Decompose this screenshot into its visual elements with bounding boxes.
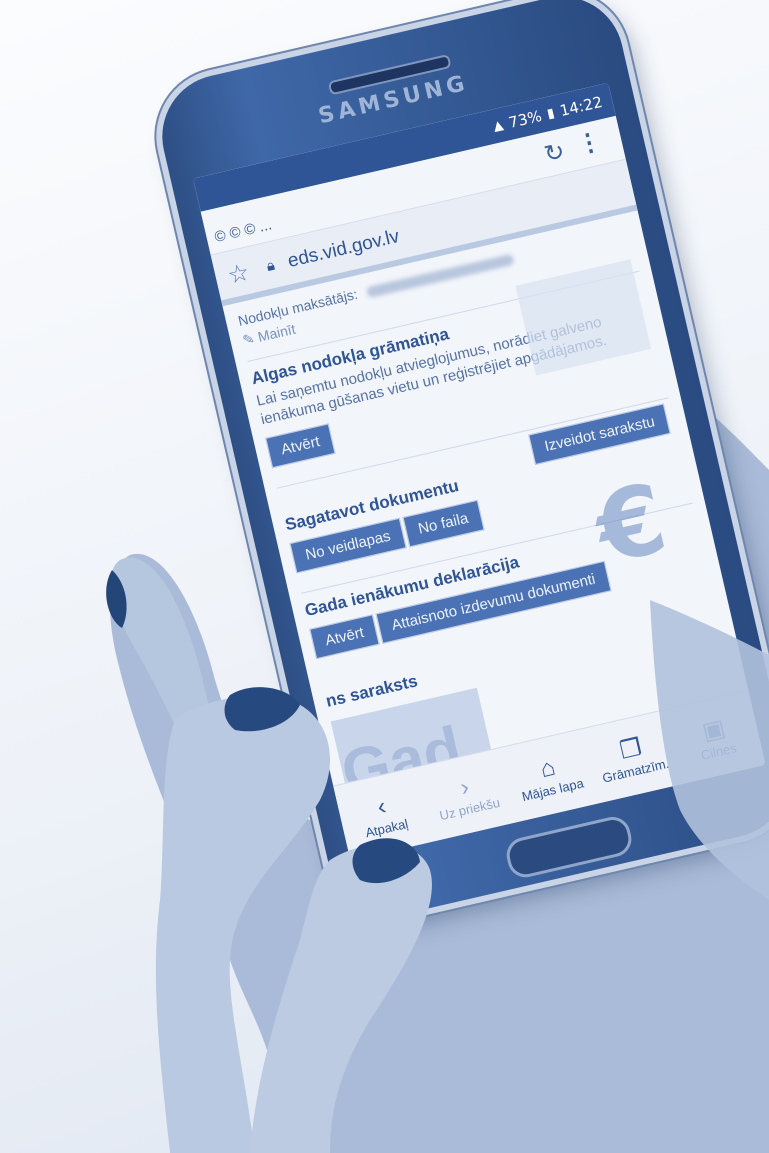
lock-icon: 🔒︎: [264, 256, 277, 276]
edit-icon: ✎: [240, 330, 256, 349]
nav-back[interactable]: ‹ Atpakaļ: [340, 784, 428, 844]
from-file-button[interactable]: No faila: [402, 499, 485, 547]
nav-tabs[interactable]: ▣ Cilnes: [672, 707, 760, 767]
clock: 14:22: [558, 92, 605, 121]
menu-icon[interactable]: ⋮: [574, 126, 604, 160]
battery-icon: ▮: [545, 105, 556, 122]
change-link-label: Mainīt: [256, 320, 297, 345]
open-button[interactable]: Atvērt: [265, 422, 336, 468]
signal-icon: ▲: [491, 117, 505, 135]
open-declaration-button[interactable]: Atvērt: [309, 613, 380, 659]
url-text[interactable]: eds.vid.gov.lv: [286, 226, 402, 273]
battery-percent: 73%: [506, 106, 544, 132]
reload-icon[interactable]: ↻: [541, 137, 568, 170]
nav-bookmarks[interactable]: ❐ Grāmatzīm.: [589, 727, 677, 787]
bookmark-star-icon[interactable]: ☆: [225, 258, 252, 291]
notification-icons: © © © ...: [212, 216, 274, 246]
nav-forward[interactable]: › Uz priekšu: [423, 765, 511, 825]
nav-home[interactable]: ⌂ Mājas lapa: [506, 746, 594, 806]
photo-scene: SAMSUNG ▲ 73% ▮ 14:22 © © © ... ↻ ⋮ ☆ 🔒︎…: [0, 0, 769, 1153]
